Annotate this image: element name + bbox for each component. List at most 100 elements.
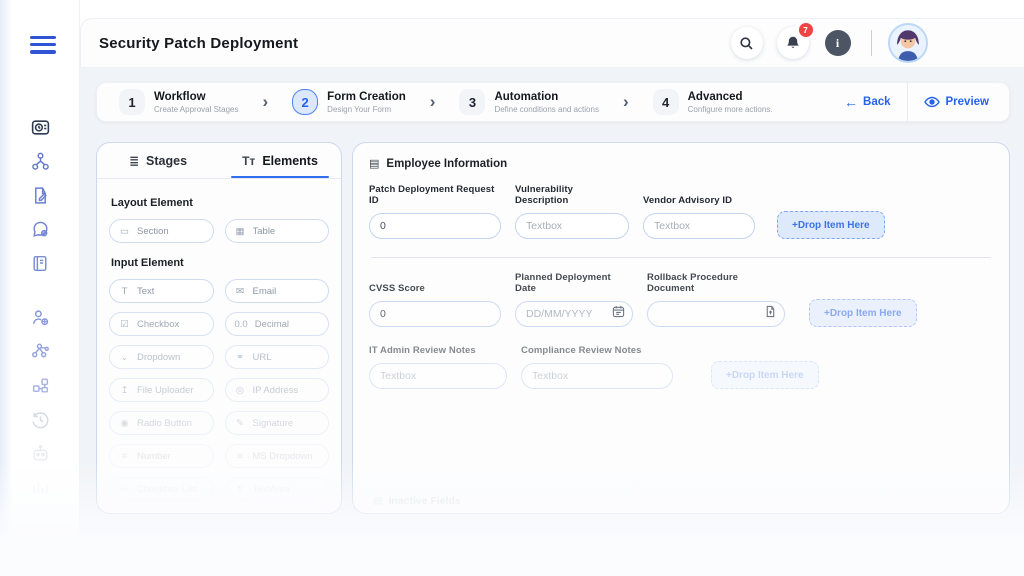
workflow-icon[interactable]: [25, 146, 55, 176]
step-form-creation[interactable]: 2 Form Creation Design Your Form: [292, 89, 406, 115]
step-subtitle: Create Approval Stages: [154, 104, 239, 114]
step-subtitle: Configure more actions.: [687, 104, 773, 114]
cvss-score-input[interactable]: [369, 301, 501, 327]
field-it-admin-review-notes: IT Admin Review Notes: [369, 345, 507, 389]
dashboard-icon[interactable]: [25, 112, 55, 142]
inactive-fields-section: ▤ Inactive Fields: [373, 495, 993, 507]
upload-icon: ↥: [120, 384, 129, 396]
checkbox-icon: ☑: [120, 318, 129, 330]
menu-toggle-icon[interactable]: [30, 36, 56, 56]
element-file-uploader[interactable]: ↥ File Uploader: [109, 378, 214, 402]
table-icon: ▦: [235, 225, 245, 237]
step-workflow[interactable]: 1 Workflow Create Approval Stages: [119, 89, 239, 115]
user-avatar[interactable]: [888, 23, 928, 63]
step-title: Advanced: [687, 90, 743, 103]
bot-icon[interactable]: [25, 438, 55, 468]
field-patch-deployment-request-id: Patch Deployment Request ID: [369, 184, 501, 239]
form-section-title: Employee Information: [386, 157, 508, 170]
step-number: 2: [292, 89, 319, 115]
section-icon: ▭: [120, 225, 129, 237]
modules-icon[interactable]: [25, 370, 55, 400]
text-icon: T: [121, 285, 128, 297]
inactive-fields-icon: ▤: [373, 495, 383, 507]
content-area: 1 Workflow Create Approval Stages › 2 Fo…: [80, 68, 1024, 576]
textarea-icon: ¶: [237, 483, 243, 495]
drop-zone-1[interactable]: +Drop Item Here: [777, 211, 885, 239]
step-automation[interactable]: 3 Automation Define conditions and actio…: [459, 89, 599, 115]
element-ip-address[interactable]: ◎ IP Address: [224, 378, 329, 402]
ms-dropdown-icon: ≡: [237, 450, 243, 462]
topbar-divider: [870, 30, 872, 56]
form-canvas: ▤ Employee Information Patch Deployment …: [352, 142, 1010, 514]
sidebar: [0, 0, 80, 576]
preview-button[interactable]: Preview: [908, 83, 1009, 121]
page-title: Security Patch Deployment: [99, 34, 299, 52]
search-button[interactable]: [730, 27, 763, 59]
patch-request-id-input[interactable]: [369, 213, 501, 239]
chat-settings-icon[interactable]: [25, 214, 55, 244]
field-compliance-review-notes: Compliance Review Notes: [521, 345, 673, 389]
vulnerability-description-input[interactable]: [515, 213, 629, 239]
element-textarea[interactable]: ¶ TextArea: [224, 477, 329, 501]
vendor-advisory-id-input[interactable]: [643, 213, 755, 239]
element-checkbox-list[interactable]: ≔ Checkbox List: [109, 477, 214, 501]
form-row-2: CVSS Score Planned Deployment Date Rollb…: [369, 272, 993, 327]
sidebar-nav: [0, 112, 80, 506]
element-text[interactable]: T Text: [109, 279, 214, 303]
step-number: 3: [459, 89, 486, 115]
compliance-notes-input[interactable]: [521, 363, 673, 389]
element-decimal[interactable]: 0.0 Decimal: [224, 312, 329, 336]
calendar-icon[interactable]: [612, 305, 625, 323]
element-number[interactable]: # Number: [109, 444, 214, 468]
dropdown-icon: ⌄: [120, 351, 129, 363]
eye-icon: [923, 96, 940, 108]
elements-panel: ≣ Stages Tт Elements Layout Element ▭ Se…: [96, 142, 342, 514]
back-arrow-icon: ←: [844, 94, 859, 110]
info-button[interactable]: i: [824, 30, 851, 56]
element-signature[interactable]: ✎ Signature: [224, 411, 329, 435]
inactive-fields-label: Inactive Fields: [388, 495, 461, 507]
notifications-button[interactable]: 7: [776, 23, 813, 59]
tab-elements[interactable]: Tт Elements: [219, 143, 341, 178]
preview-label: Preview: [945, 96, 989, 108]
drop-zone-3[interactable]: +Drop Item Here: [711, 361, 819, 389]
element-ms-dropdown[interactable]: ≡ MS Dropdown: [224, 444, 329, 468]
field-rollback-procedure-document: Rollback Procedure Document: [647, 272, 785, 327]
step-number: 1: [119, 89, 145, 115]
workflow-stepper: 1 Workflow Create Approval Stages › 2 Fo…: [96, 82, 1010, 122]
back-button[interactable]: ← Back: [844, 94, 891, 110]
tab-stages[interactable]: ≣ Stages: [97, 143, 219, 178]
reports-icon[interactable]: [25, 472, 55, 502]
drop-zone-2[interactable]: +Drop Item Here: [809, 299, 917, 327]
step-advanced[interactable]: 4 Advanced Configure more actions.: [652, 89, 773, 115]
checkbox-list-icon: ≔: [119, 483, 130, 495]
element-email[interactable]: ✉ Email: [224, 279, 329, 303]
input-element-heading: Input Element: [111, 257, 184, 269]
link-icon: ⚭: [236, 351, 244, 363]
radio-icon: ◉: [120, 417, 129, 429]
user-settings-icon[interactable]: [25, 302, 55, 332]
element-url[interactable]: ⚭ URL: [224, 345, 329, 369]
element-section[interactable]: ▭ Section: [109, 219, 214, 243]
email-icon: ✉: [236, 285, 244, 297]
step-title: Workflow: [154, 90, 206, 103]
section-header-icon: ▤: [369, 158, 380, 170]
typography-icon: Tт: [242, 153, 256, 168]
element-checkbox[interactable]: ☑ Checkbox: [109, 312, 214, 336]
app-window: Security Patch Deployment 7 i 1 Workflow…: [0, 0, 1024, 576]
ip-pin-icon: ◎: [235, 384, 245, 396]
element-radio-button[interactable]: ◉ Radio Button: [109, 411, 214, 435]
number-icon: #: [121, 450, 128, 462]
form-row-3: IT Admin Review Notes Compliance Review …: [369, 345, 993, 389]
element-table[interactable]: ▦ Table: [224, 219, 329, 243]
network-icon[interactable]: [25, 336, 55, 366]
it-admin-notes-input[interactable]: [369, 363, 507, 389]
element-dropdown[interactable]: ⌄ Dropdown: [109, 345, 214, 369]
form-edit-icon[interactable]: [25, 180, 55, 210]
history-icon[interactable]: [25, 404, 55, 434]
field-vulnerability-description: Vulnerability Description: [515, 184, 629, 239]
records-icon[interactable]: [25, 248, 55, 278]
tab-label: Elements: [262, 153, 318, 168]
file-upload-icon[interactable]: [764, 305, 777, 323]
step-subtitle: Define conditions and actions: [494, 104, 599, 114]
